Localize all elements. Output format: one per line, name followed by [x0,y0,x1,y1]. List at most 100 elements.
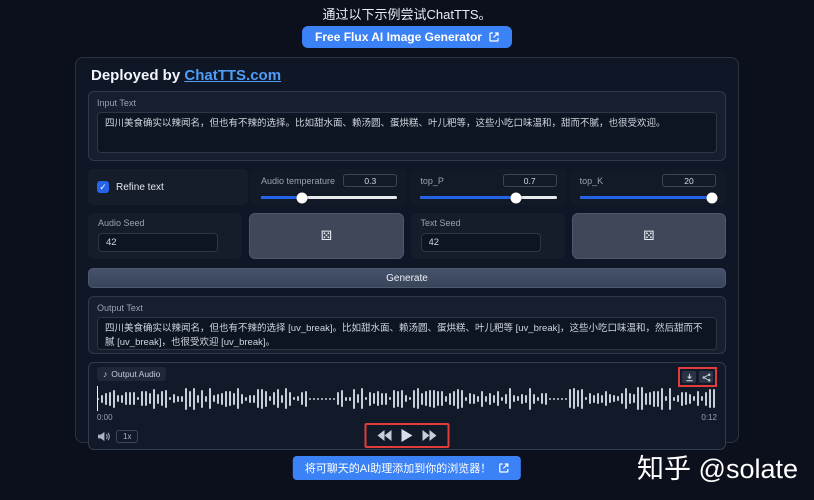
chattts-link[interactable]: ChatTTS.com [184,67,281,84]
waveform-bar [385,393,387,405]
waveform-bar [345,397,347,401]
slider-thumb[interactable] [510,192,521,203]
waveform-bar [109,392,111,406]
refine-text-checkbox[interactable]: ✓ [97,181,109,193]
music-note-icon: ♪ [103,369,107,379]
waveform-bar [553,398,555,400]
waveform-bars [97,387,717,410]
seeds-row: Audio Seed ⚄ Text Seed ⚄ [88,213,726,259]
audio-seed-dice-button[interactable]: ⚄ [249,213,403,259]
waveform-bar [425,391,427,406]
refine-text-label: Refine text [116,182,164,193]
audio-temperature-value-input[interactable] [343,174,397,187]
waveform-bar [389,397,391,400]
audio-seed-input[interactable] [98,233,218,252]
waveform-bar [281,395,283,403]
waveform-bar [533,394,535,404]
waveform-bar [669,388,671,410]
waveform-bar [473,394,475,404]
text-seed-dice-button[interactable]: ⚄ [572,213,726,259]
waveform-bar [393,390,395,408]
output-text-block: Output Text 四川美食确实以辣闻名，但也有不辣的选择 [uv_brea… [88,296,726,354]
waveform-bar [437,391,439,406]
waveform-bar [525,395,527,403]
skip-forward-button[interactable] [423,430,437,441]
output-audio-label: Output Audio [111,369,160,379]
download-audio-button[interactable] [682,371,696,383]
elapsed-time: 0:00 [97,413,113,422]
audio-temperature-track[interactable] [261,196,397,199]
waveform-bar [561,398,563,400]
slider-top-k: top_K [570,169,726,205]
top-k-track[interactable] [580,196,716,199]
input-text-block: Input Text 四川美食确实以辣闻名，但也有不辣的选择。比如甜水面、赖汤圆… [88,91,726,161]
waveform-bar [221,393,223,405]
flux-generator-button[interactable]: Free Flux AI Image Generator [302,26,512,48]
waveform-bar [381,393,383,405]
input-text-area[interactable]: 四川美食确实以辣闻名，但也有不辣的选择。比如甜水面、赖汤圆、蛋烘糕、叶儿粑等，这… [97,112,717,153]
waveform-bar [449,393,451,405]
waveform-bar [277,389,279,408]
waveform[interactable] [97,386,717,411]
waveform-bar [625,388,627,409]
top-k-value-input[interactable] [662,174,716,187]
output-audio-chip: ♪ Output Audio [97,367,166,381]
output-text-label: Output Text [97,303,717,313]
waveform-bar [433,390,435,408]
generation-controls-row: ✓ Refine text Audio temperature top_P [88,169,726,205]
waveform-bar [493,395,495,403]
waveform-bar [265,391,267,407]
waveform-bar [665,396,667,401]
waveform-bar [597,393,599,404]
share-audio-button[interactable] [699,371,713,383]
waveform-bar [457,389,459,409]
waveform-bar [253,395,255,403]
waveform-bar [297,396,299,401]
waveform-bar [593,395,595,403]
text-seed-input[interactable] [421,233,541,252]
transport-annotation-box [365,423,450,448]
waveform-bar [313,398,315,400]
waveform-bar [161,391,163,406]
skip-back-button[interactable] [378,430,392,441]
waveform-bar [453,391,455,406]
waveform-bar [441,391,443,406]
waveform-bar [621,393,623,404]
waveform-bar [489,393,491,405]
waveform-bar [177,396,179,402]
waveform-bar [225,391,227,407]
generate-button[interactable]: Generate [88,268,726,288]
waveform-bar [501,397,503,401]
waveform-bar [341,390,343,407]
waveform-bar [445,396,447,402]
add-ai-assistant-label: 将可聊天的AI助理添加到你的浏览器！ [305,460,491,476]
waveform-bar [321,398,323,400]
waveform-bar [617,396,619,401]
top-p-track[interactable] [420,196,556,199]
refine-text-group: ✓ Refine text [88,169,248,205]
waveform-bar [249,395,251,403]
top-p-value-input[interactable] [503,174,557,187]
external-link-icon [489,32,499,42]
play-button[interactable] [402,429,413,442]
waveform-bar [685,392,687,405]
output-text-area[interactable]: 四川美食确实以辣闻名，但也有不辣的选择 [uv_break]。比如甜水面、赖汤圆… [97,317,717,350]
waveform-bar [333,398,335,400]
slider-thumb[interactable] [296,192,307,203]
waveform-bar [645,393,647,405]
waveform-bar [477,396,479,402]
add-ai-assistant-button[interactable]: 将可聊天的AI助理添加到你的浏览器！ [293,456,521,480]
playback-speed-button[interactable]: 1x [116,430,138,443]
waveform-bar [481,391,483,407]
volume-icon[interactable] [97,431,110,442]
text-seed-block: Text Seed [411,213,565,259]
chattts-panel: Deployed by ChatTTS.com Input Text 四川美食确… [75,57,739,443]
waveform-bar [105,393,107,405]
waveform-bar [461,390,463,408]
waveform-bar [305,391,307,407]
total-time: 0:12 [701,413,717,422]
waveform-bar [613,395,615,402]
slider-thumb[interactable] [706,192,717,203]
waveform-bar [537,397,539,401]
playback-cursor[interactable] [97,386,98,411]
